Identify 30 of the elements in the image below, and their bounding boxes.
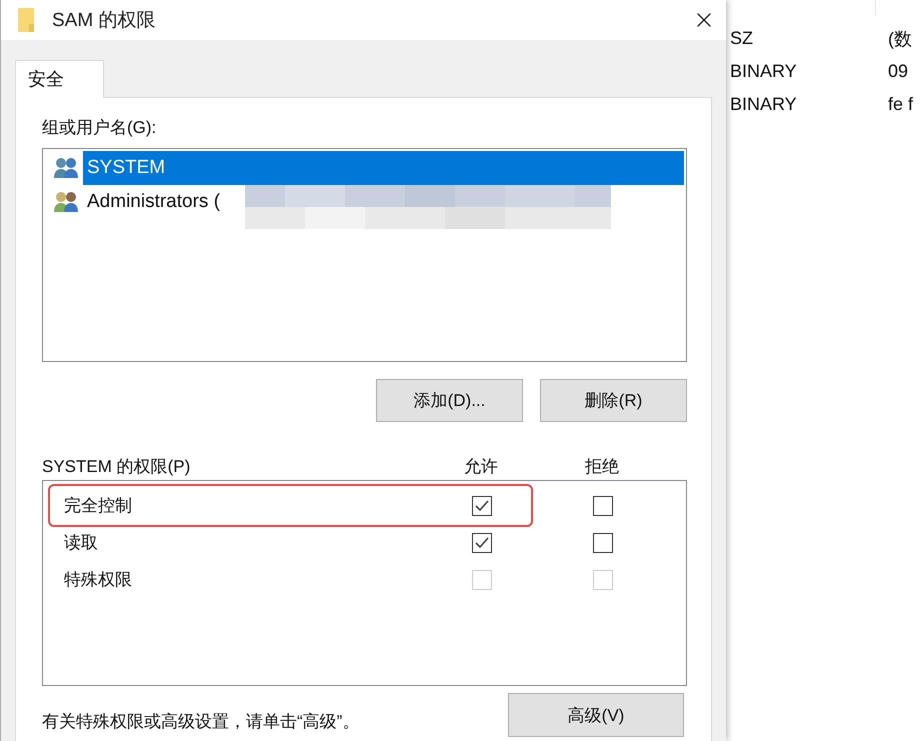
checkbox[interactable]: [593, 532, 613, 552]
users-icon: [53, 190, 81, 214]
hint-text: 有关特殊权限或高级设置，请单击“高级”。: [42, 711, 360, 733]
user-item[interactable]: SYSTEM: [83, 151, 684, 185]
type-cell-text: BINARY: [729, 61, 798, 82]
permission-name: 读取: [63, 532, 98, 554]
checkbox[interactable]: [593, 496, 613, 516]
users-label: 组或用户名(G):: [42, 117, 158, 139]
users-icon: [53, 156, 81, 180]
type-cell-text: BINARY: [729, 94, 798, 115]
permission-name: 特殊权限: [63, 569, 132, 591]
checkbox[interactable]: [472, 532, 492, 552]
column-header: 拒绝: [585, 456, 619, 478]
tab[interactable]: 安全: [15, 60, 104, 98]
column-header: 允许: [464, 456, 498, 478]
action-button[interactable]: 删除(R): [540, 379, 687, 422]
type-cell-text: SZ: [729, 28, 754, 49]
value-cell-text: (数: [888, 28, 912, 50]
action-button[interactable]: 添加(D)...: [376, 379, 523, 422]
window-title: SAM 的权限: [52, 9, 156, 33]
check-icon: [475, 536, 489, 548]
checkbox[interactable]: [472, 496, 492, 516]
advanced-button[interactable]: 高级(V): [508, 693, 684, 737]
permission-name: 完全控制: [63, 495, 132, 517]
folder-icon: [18, 8, 34, 32]
value-cell: fe f: [888, 94, 914, 115]
check-icon: [475, 500, 489, 512]
user-item[interactable]: Administrators (: [83, 185, 224, 219]
permissions-label: SYSTEM 的权限(P): [42, 456, 192, 478]
value-cell: 09: [888, 61, 908, 82]
